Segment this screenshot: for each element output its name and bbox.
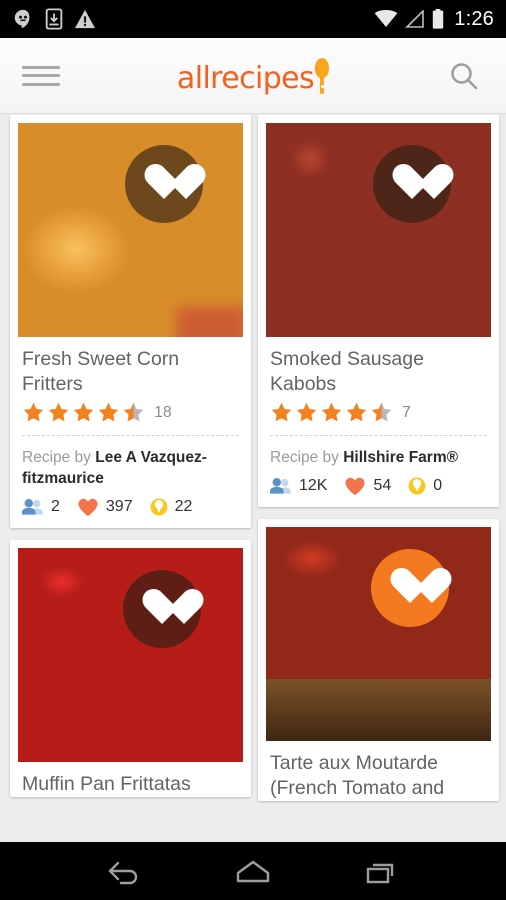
phone-screen: 1:26 allrecipes Fresh Sweet Corn Fritter… xyxy=(0,0,506,900)
recipe-card[interactable]: Smoked Sausage Kabobs 7 Recipe by Hillsh… xyxy=(258,115,499,507)
stat-favorites: 54 xyxy=(344,476,391,496)
stat-value: 54 xyxy=(373,477,392,494)
stat-photos: 0 xyxy=(408,476,442,496)
recipe-photo xyxy=(266,527,491,741)
recipe-title: Fresh Sweet Corn Fritters xyxy=(22,348,180,395)
favorite-button[interactable] xyxy=(122,570,201,648)
stat-photos: 22 xyxy=(150,497,193,517)
recipe-card-body: Fresh Sweet Corn Fritters 18 Recipe by L… xyxy=(18,337,243,528)
spoon-icon xyxy=(315,57,330,94)
battery-icon xyxy=(433,9,444,29)
app-bar: allrecipes xyxy=(0,38,506,114)
recipe-thumbnail[interactable] xyxy=(266,123,491,337)
star-icon xyxy=(48,402,69,422)
heart-icon xyxy=(345,477,366,496)
recipe-thumbnail[interactable] xyxy=(266,527,491,741)
brand-name: allrecipes xyxy=(176,60,315,96)
heart-icon xyxy=(391,165,433,203)
menu-icon[interactable] xyxy=(22,63,60,89)
status-bar-clock: 1:26 xyxy=(454,7,494,30)
wifi-icon xyxy=(374,10,398,27)
recipe-photo xyxy=(18,548,243,762)
photo-icon xyxy=(408,477,426,495)
star-half-icon xyxy=(371,402,392,422)
review-count: 7 xyxy=(402,403,411,421)
recipe-author: Hillshire Farm® xyxy=(343,449,459,466)
status-bar-right-icons: 1:26 xyxy=(374,8,494,31)
recipe-card[interactable]: Fresh Sweet Corn Fritters 18 Recipe by L… xyxy=(10,115,251,528)
recipe-photo xyxy=(266,123,491,337)
download-icon xyxy=(45,8,63,30)
warning-icon xyxy=(75,9,95,29)
star-icon xyxy=(296,402,317,422)
star-icon xyxy=(271,402,292,422)
stat-value: 0 xyxy=(433,477,443,494)
favorite-button[interactable] xyxy=(370,549,449,627)
search-icon[interactable] xyxy=(444,56,484,96)
stat-favorites: 397 xyxy=(77,497,133,517)
review-count: 18 xyxy=(154,403,172,421)
stat-value: 397 xyxy=(105,498,133,515)
heart-icon xyxy=(143,165,185,203)
recipe-stats: 12K 54 0 xyxy=(270,468,487,507)
made-it-icon xyxy=(270,478,291,494)
recipe-card[interactable]: Tarte aux Moutarde (French Tomato and xyxy=(258,519,499,801)
photo-icon xyxy=(150,498,168,516)
recipe-title: Muffin Pan Frittatas xyxy=(22,773,191,795)
recipe-byline: Recipe by Hillshire Farm® xyxy=(270,436,487,468)
byline-prefix: Recipe by xyxy=(270,449,344,466)
recipe-card-body: Tarte aux Moutarde (French Tomato and xyxy=(266,741,491,801)
heart-icon xyxy=(141,590,183,628)
recipe-thumbnail[interactable] xyxy=(18,123,243,337)
recipe-stats: 2 397 22 xyxy=(22,489,239,528)
status-bar-left-icons xyxy=(12,8,96,30)
star-icon xyxy=(321,402,342,422)
star-half-icon xyxy=(123,402,144,422)
made-it-icon xyxy=(22,499,43,515)
star-icon xyxy=(98,402,119,422)
android-navigation-bar xyxy=(0,842,506,900)
recipe-title: Tarte aux Moutarde (French Tomato and xyxy=(270,752,445,799)
rating-row: 18 xyxy=(22,401,239,424)
recipe-photo xyxy=(18,123,243,337)
recipe-card-body: Muffin Pan Frittatas xyxy=(18,762,243,797)
recents-icon[interactable] xyxy=(353,851,411,891)
recipe-card[interactable]: Muffin Pan Frittatas xyxy=(10,540,251,797)
back-icon[interactable] xyxy=(95,851,153,891)
heart-icon xyxy=(389,569,431,607)
stat-value: 22 xyxy=(174,498,193,515)
favorite-button[interactable] xyxy=(372,145,451,223)
feed-column-left: Fresh Sweet Corn Fritters 18 Recipe by L… xyxy=(10,115,251,809)
hangouts-icon xyxy=(14,9,30,29)
star-icon xyxy=(73,402,94,422)
star-icon xyxy=(346,402,367,422)
stat-value: 2 xyxy=(51,498,60,515)
rating-row: 7 xyxy=(270,401,487,424)
recipe-byline: Recipe by Lee A Vazquez-fitzmaurice xyxy=(22,436,239,489)
recipe-card-body: Smoked Sausage Kabobs 7 Recipe by Hillsh… xyxy=(266,337,491,507)
status-bar: 1:26 xyxy=(0,0,506,38)
cell-signal-icon xyxy=(405,10,425,28)
favorite-button[interactable] xyxy=(124,145,203,223)
feed-column-right: Smoked Sausage Kabobs 7 Recipe by Hillsh… xyxy=(258,115,499,813)
app-logo: allrecipes xyxy=(176,57,330,96)
recipe-feed[interactable]: Fresh Sweet Corn Fritters 18 Recipe by L… xyxy=(0,115,506,842)
home-icon[interactable] xyxy=(224,851,282,891)
star-icon xyxy=(23,402,44,422)
recipe-title: Smoked Sausage Kabobs xyxy=(270,348,424,395)
byline-prefix: Recipe by xyxy=(22,449,96,466)
recipe-thumbnail[interactable] xyxy=(18,548,243,762)
stat-value: 12K xyxy=(299,477,328,494)
stat-made-it: 12K xyxy=(270,477,327,495)
heart-icon xyxy=(78,498,98,517)
stat-made-it: 2 xyxy=(22,498,60,516)
